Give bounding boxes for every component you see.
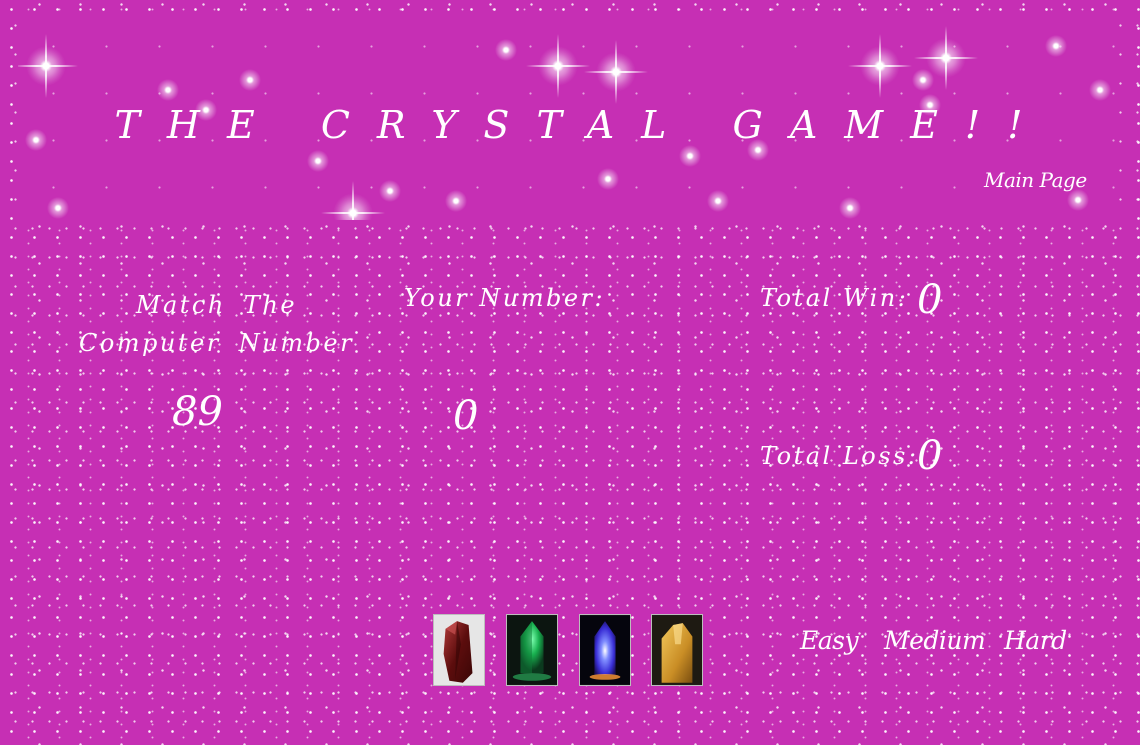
total-loss-label: Total Loss:: [760, 442, 919, 470]
red-crystal-button[interactable]: [433, 614, 485, 686]
blue-crystal-icon: [580, 615, 630, 685]
green-crystal-button[interactable]: [506, 614, 558, 686]
sparkle-decoration: [912, 69, 934, 91]
red-crystal-icon: [434, 615, 484, 685]
total-win-value: 0: [917, 277, 943, 323]
sparkle-decoration: [445, 190, 467, 212]
sparkle-decoration: [157, 79, 179, 101]
yellow-crystal-icon: [652, 615, 702, 685]
sparkle-decoration: [597, 168, 619, 190]
sparkle-decoration: [18, 34, 78, 98]
your-number-label: Your Number:: [404, 284, 606, 312]
game-title: THE CRYSTAL GAME!!: [114, 103, 1050, 147]
sparkle-decoration: [379, 180, 401, 202]
computer-number: 89: [172, 389, 223, 435]
sparkle-decoration: [707, 190, 729, 212]
sparkle-decoration: [839, 197, 861, 219]
your-number: 0: [453, 393, 479, 439]
sparkle-decoration: [914, 26, 978, 90]
sparkle-decoration: [321, 181, 385, 220]
sparkle-decoration: [584, 40, 648, 104]
yellow-crystal-button[interactable]: [651, 614, 703, 686]
sparkle-decoration: [239, 69, 261, 91]
blue-crystal-button[interactable]: [579, 614, 631, 686]
sparkle-decoration: [47, 197, 69, 219]
easy-button[interactable]: Easy: [800, 628, 859, 653]
medium-button[interactable]: Medium: [884, 628, 986, 653]
total-loss-value: 0: [917, 433, 943, 479]
sparkle-decoration: [679, 145, 701, 167]
computer-number-label: Match The Computer Number: [78, 291, 355, 357]
sparkle-decoration: [848, 34, 912, 98]
main-page-link[interactable]: Main Page: [984, 168, 1087, 192]
sparkle-decoration: [1067, 189, 1089, 211]
hard-button[interactable]: Hard: [1004, 628, 1067, 653]
header-banner: THE CRYSTAL GAME!! Main Page: [18, 18, 1119, 220]
sparkle-decoration: [495, 39, 517, 61]
green-crystal-icon: [507, 615, 557, 685]
sparkle-decoration: [307, 150, 329, 172]
sparkle-decoration: [1089, 79, 1111, 101]
total-win-label: Total Win:: [760, 284, 909, 312]
sparkle-decoration: [1045, 35, 1067, 57]
sparkle-decoration: [526, 34, 590, 98]
